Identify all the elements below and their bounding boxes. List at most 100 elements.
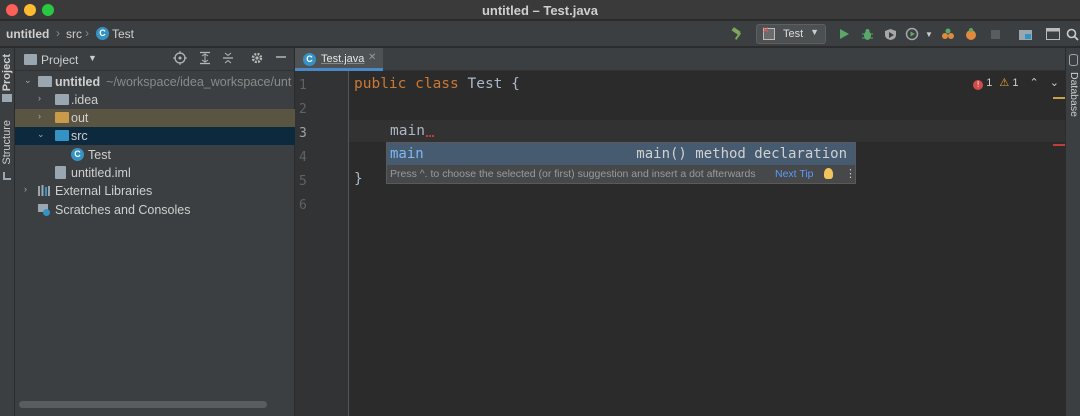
- hide-panel-icon[interactable]: [273, 51, 289, 67]
- code-line-1[interactable]: public class Test {: [354, 76, 520, 92]
- database-icon: [1069, 54, 1078, 66]
- breadcrumb-project[interactable]: untitled: [6, 27, 49, 41]
- lightbulb-icon[interactable]: [824, 168, 833, 179]
- profile-icon[interactable]: [904, 26, 920, 42]
- folder-icon: [55, 94, 69, 105]
- code-line-5[interactable]: }: [354, 171, 363, 187]
- completion-item-main[interactable]: main main() method declaration: [387, 143, 855, 165]
- locate-icon[interactable]: [172, 51, 188, 67]
- tree-item-label: Scratches and Consoles: [55, 203, 191, 217]
- expand-all-icon[interactable]: [197, 51, 213, 67]
- code-completion-popup: main main() method declaration Press ^. …: [386, 142, 856, 184]
- title-bar: untitled – Test.java: [0, 0, 1080, 20]
- tree-item-src[interactable]: ⌄ src: [15, 127, 295, 145]
- line-number: 3: [299, 126, 307, 141]
- line-number: 1: [299, 78, 307, 93]
- tree-item-label: .idea: [71, 93, 99, 107]
- error-count: 1: [986, 77, 993, 89]
- tree-item-test[interactable]: C Test: [15, 146, 295, 164]
- tree-item-label: External Libraries: [55, 184, 153, 198]
- line-number: 5: [299, 174, 307, 189]
- chevron-down-icon[interactable]: ▼: [88, 53, 97, 63]
- hammer-icon[interactable]: [730, 26, 746, 42]
- tree-item-label: untitled.iml: [71, 166, 131, 180]
- chevron-down-icon[interactable]: ▼: [921, 26, 937, 42]
- tree-item-scratches[interactable]: Scratches and Consoles: [15, 201, 295, 219]
- error-stripe-marker[interactable]: [1053, 144, 1065, 146]
- class-icon: C: [303, 53, 316, 66]
- project-path: ~/workspace/idea_workspace/unt: [106, 75, 292, 89]
- keyword-token: public class: [354, 76, 459, 92]
- library-icon: [37, 184, 51, 200]
- coverage-icon[interactable]: [882, 26, 898, 42]
- more-options-icon[interactable]: ⋮: [845, 167, 856, 180]
- run-icon[interactable]: [836, 26, 852, 42]
- module-file-icon: [55, 166, 66, 179]
- warning-stripe-marker[interactable]: [1053, 97, 1065, 99]
- config-error-icon: ✕: [762, 25, 770, 35]
- breadcrumb-src[interactable]: src: [66, 27, 82, 41]
- excluded-folder-icon: [55, 112, 69, 123]
- chevron-down-icon: ▼: [810, 27, 819, 37]
- project-structure-icon[interactable]: [1017, 26, 1033, 42]
- debug-icon[interactable]: [859, 26, 875, 42]
- database-tool-tab[interactable]: Database: [1068, 72, 1080, 117]
- completion-item-name: main: [390, 146, 424, 162]
- stop-icon[interactable]: [987, 26, 1003, 42]
- tree-item-out[interactable]: › out: [15, 109, 295, 127]
- run-configuration-select[interactable]: ✕ Test ▼: [756, 24, 826, 44]
- error-icon: !: [973, 80, 984, 90]
- navigation-bar: untitled › src › C Test ✕ Test ▼ ▼: [0, 21, 1080, 47]
- error-underline: [425, 135, 434, 137]
- current-line-highlight: [349, 120, 1065, 142]
- attach-icon[interactable]: [940, 26, 956, 42]
- right-tool-strip: Database: [1065, 48, 1080, 416]
- gear-icon[interactable]: [249, 51, 265, 67]
- rerun-icon[interactable]: [963, 26, 979, 42]
- tree-item-untitled-iml[interactable]: untitled.iml: [15, 164, 295, 182]
- chevron-down-icon[interactable]: ⌄: [24, 75, 32, 86]
- collapse-all-icon[interactable]: [220, 51, 236, 67]
- project-tool-tab[interactable]: Project: [1, 54, 13, 91]
- project-panel: Project ▼ ⌄ untitled ~/workspace/idea_wor…: [15, 48, 295, 416]
- window-title: untitled – Test.java: [481, 3, 599, 18]
- chevron-up-icon[interactable]: ⌃: [1030, 77, 1039, 89]
- project-panel-title[interactable]: Project: [41, 53, 78, 67]
- chevron-right-icon[interactable]: ›: [38, 111, 41, 121]
- inspection-indicators[interactable]: ! 1 ⚠ 1 ⌃ ⌄: [973, 76, 1059, 90]
- class-icon: C: [96, 27, 109, 40]
- chevron-down-icon[interactable]: ⌄: [1050, 77, 1059, 89]
- tree-item-label: src: [71, 129, 88, 143]
- search-icon[interactable]: [1064, 26, 1080, 42]
- line-number-gutter: 1 2 3 4 5 6: [295, 71, 349, 416]
- run-config-label: Test: [783, 28, 804, 40]
- chevron-right-icon[interactable]: ›: [38, 93, 41, 103]
- completion-item-description: main() method declaration: [636, 146, 847, 162]
- chevron-right-icon[interactable]: ›: [24, 184, 27, 194]
- tree-item-label: Test: [88, 148, 111, 162]
- left-tool-strip: Project Structure: [0, 48, 15, 416]
- class-icon: C: [71, 148, 84, 161]
- module-folder-icon: [38, 76, 52, 87]
- tree-item-label: untitled ~/workspace/idea_workspace/unt: [55, 75, 291, 89]
- horizontal-scrollbar[interactable]: [19, 401, 267, 408]
- editor-tab-test-java[interactable]: C Test.java ✕: [295, 48, 383, 71]
- terminal-icon[interactable]: [1045, 26, 1061, 42]
- line-number: 4: [299, 150, 307, 165]
- warning-count: 1: [1012, 77, 1019, 89]
- structure-tool-tab[interactable]: Structure: [1, 120, 13, 165]
- close-icon[interactable]: ✕: [368, 52, 376, 63]
- line-number: 2: [299, 102, 307, 117]
- breadcrumb-test[interactable]: Test: [112, 27, 134, 41]
- next-tip-link[interactable]: Next Tip: [775, 168, 814, 180]
- folder-icon: [24, 54, 37, 65]
- warning-icon: ⚠: [999, 77, 1010, 89]
- tree-item-untitled[interactable]: ⌄ untitled ~/workspace/idea_workspace/unt: [15, 73, 295, 91]
- tab-label: Test.java: [321, 53, 365, 65]
- chevron-down-icon[interactable]: ⌄: [37, 129, 45, 140]
- tree-item-idea[interactable]: › .idea: [15, 91, 295, 109]
- tree-item-external-libraries[interactable]: › External Libraries: [15, 182, 295, 200]
- completion-hint: Press ^. to choose the selected (or firs…: [390, 168, 756, 180]
- code-line-3[interactable]: main: [390, 123, 434, 139]
- code-token: Test {: [458, 76, 520, 92]
